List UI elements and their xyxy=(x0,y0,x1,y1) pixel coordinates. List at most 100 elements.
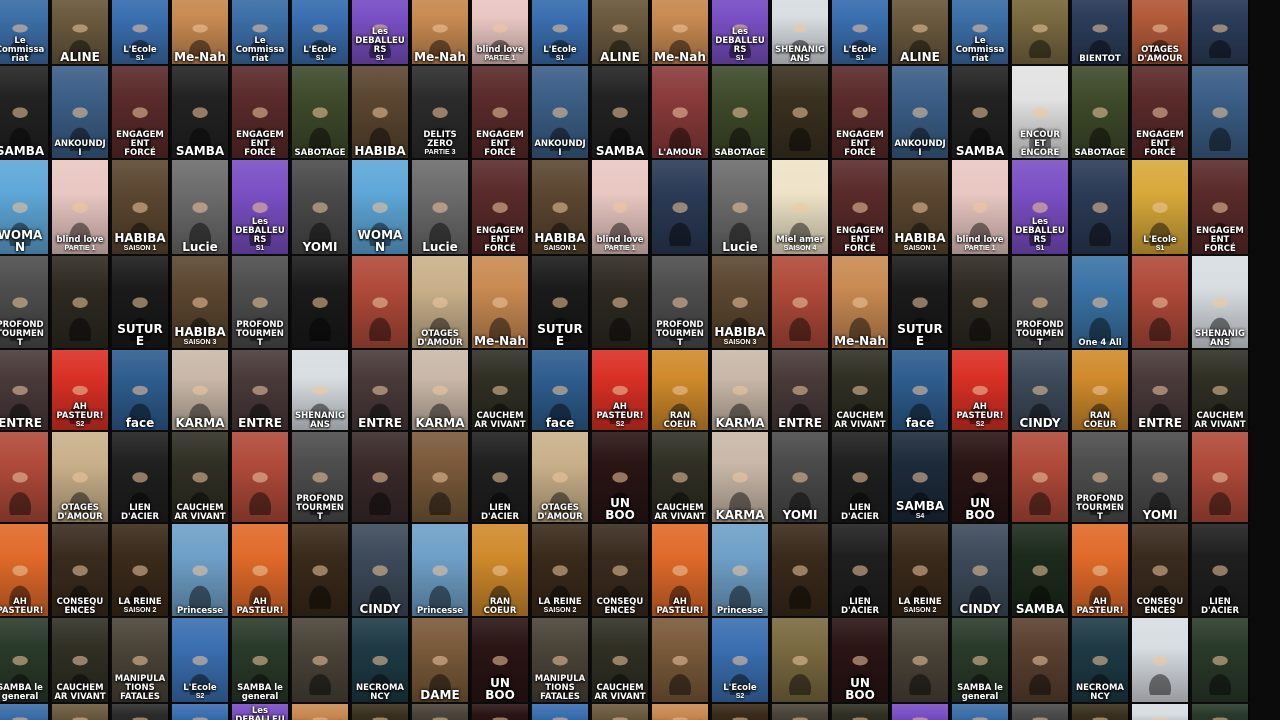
movie-poster[interactable]: HABIBA SAISON 3 xyxy=(172,256,230,348)
movie-poster[interactable]: NECROMANCY xyxy=(352,618,410,702)
movie-poster[interactable]: PROFOND TOURMENT xyxy=(232,256,290,348)
movie-poster[interactable] xyxy=(1192,66,1250,158)
movie-poster[interactable]: CAUCHEMAR VIVANT xyxy=(1192,350,1250,430)
movie-poster[interactable]: blind love PARTIE 1 xyxy=(592,160,650,254)
movie-poster[interactable] xyxy=(232,432,290,522)
movie-poster[interactable]: Les DEBALLEURS S1 xyxy=(232,160,290,254)
movie-poster[interactable] xyxy=(1192,0,1250,64)
movie-poster[interactable]: AH PASTEUR! xyxy=(652,524,710,616)
movie-poster[interactable]: Princesse xyxy=(712,524,770,616)
movie-poster[interactable]: Me-Nah xyxy=(172,0,230,64)
movie-poster[interactable]: ENTRE xyxy=(0,350,50,430)
movie-poster[interactable]: Les DEBALLEURS xyxy=(232,704,290,720)
movie-poster[interactable]: Lucie xyxy=(712,160,770,254)
movie-poster[interactable] xyxy=(292,524,350,616)
movie-poster[interactable]: SAMBA S4 xyxy=(892,432,950,522)
movie-poster[interactable]: ENCOUR ET ENCORE xyxy=(1012,66,1070,158)
movie-poster[interactable] xyxy=(0,704,50,720)
movie-poster[interactable]: Le Commissariat xyxy=(0,0,50,64)
movie-poster[interactable]: SABOTAGE xyxy=(1072,66,1130,158)
movie-poster[interactable]: Me-Nah xyxy=(832,256,890,348)
movie-poster[interactable] xyxy=(532,704,590,720)
movie-poster[interactable]: Princesse xyxy=(172,524,230,616)
movie-poster[interactable] xyxy=(712,704,770,720)
movie-poster[interactable]: KARMA xyxy=(712,432,770,522)
movie-poster[interactable]: KARMA xyxy=(712,350,770,430)
movie-poster[interactable]: MANIPULATIONS FATALES xyxy=(112,618,170,702)
movie-poster[interactable]: CAUCHEMAR VIVANT xyxy=(52,618,110,702)
movie-poster[interactable] xyxy=(352,432,410,522)
movie-poster[interactable]: Lucie xyxy=(172,160,230,254)
movie-poster[interactable]: UN BOO xyxy=(832,618,890,702)
movie-poster[interactable]: SAMBA xyxy=(1012,524,1070,616)
movie-poster[interactable]: AH PASTEUR! xyxy=(1072,524,1130,616)
movie-poster[interactable]: L'AMOUR xyxy=(652,66,710,158)
movie-poster[interactable] xyxy=(652,618,710,702)
movie-poster[interactable]: ENTRE xyxy=(1132,350,1190,430)
movie-poster[interactable]: KARMA xyxy=(172,350,230,430)
movie-poster[interactable] xyxy=(1012,432,1070,522)
movie-poster[interactable] xyxy=(112,704,170,720)
movie-poster[interactable] xyxy=(1012,704,1070,720)
movie-poster[interactable]: ENTRE xyxy=(232,350,290,430)
movie-poster[interactable]: L'Ecole S2 xyxy=(172,618,230,702)
movie-poster[interactable]: Me-Nah xyxy=(292,704,350,720)
movie-poster[interactable]: Le Commissariat xyxy=(232,0,290,64)
movie-poster[interactable]: ANKOUNDJI xyxy=(892,66,950,158)
movie-poster[interactable]: ENGAGEMENT FORCÉ xyxy=(1192,160,1250,254)
movie-poster[interactable]: RAN COEUR xyxy=(472,524,530,616)
movie-poster[interactable]: ENGAGEMENT FORCÉ xyxy=(832,66,890,158)
movie-poster[interactable]: LA REINE SAISON 2 xyxy=(112,524,170,616)
movie-poster[interactable] xyxy=(1132,704,1190,720)
movie-poster[interactable]: AH PASTEUR! S2 xyxy=(52,350,110,430)
movie-poster[interactable]: PROFOND TOURMENT xyxy=(0,256,50,348)
movie-poster[interactable]: OTAGES D'AMOUR xyxy=(532,432,590,522)
movie-poster[interactable]: CAUCHEMAR VIVANT xyxy=(592,618,650,702)
movie-poster[interactable]: AH PASTEUR! S2 xyxy=(952,350,1010,430)
movie-poster[interactable] xyxy=(1072,160,1130,254)
movie-poster[interactable]: SAMBA xyxy=(592,66,650,158)
movie-poster[interactable]: CINDY xyxy=(952,524,1010,616)
movie-poster[interactable]: PROFOND TOURMENT xyxy=(1012,256,1070,348)
movie-poster[interactable]: ENGAGEMENT FORCÉ xyxy=(832,160,890,254)
movie-poster[interactable]: BIENTOT xyxy=(1072,0,1130,64)
movie-poster[interactable]: ALINE xyxy=(892,0,950,64)
movie-poster[interactable]: SUTURE xyxy=(112,256,170,348)
movie-poster[interactable]: Me-Nah xyxy=(652,0,710,64)
movie-poster[interactable]: OTAGES D'AMOUR xyxy=(52,432,110,522)
movie-poster[interactable]: SAMBA xyxy=(172,66,230,158)
movie-poster[interactable] xyxy=(892,704,950,720)
movie-poster[interactable]: SAMBA le general xyxy=(952,618,1010,702)
movie-poster[interactable]: CAUCHEMAR VIVANT xyxy=(832,350,890,430)
movie-poster[interactable]: LIEN D'ACIER xyxy=(832,432,890,522)
movie-poster[interactable] xyxy=(1192,704,1250,720)
movie-poster[interactable] xyxy=(592,256,650,348)
movie-poster[interactable]: PROFOND TOURMENT xyxy=(1072,432,1130,522)
movie-poster[interactable]: DAME xyxy=(412,618,470,702)
movie-poster[interactable]: AH PASTEUR! xyxy=(0,524,50,616)
movie-poster[interactable] xyxy=(772,524,830,616)
movie-poster[interactable]: L'Ecole S1 xyxy=(112,0,170,64)
movie-poster[interactable]: ENGAGEMENT FORCÉ xyxy=(472,160,530,254)
movie-poster[interactable]: L'Ecole S2 xyxy=(712,618,770,702)
movie-poster[interactable]: SAMBA xyxy=(0,66,50,158)
movie-poster[interactable] xyxy=(772,704,830,720)
movie-poster[interactable]: ANKOUNDJI xyxy=(52,66,110,158)
movie-poster[interactable]: CONSEQUENCES xyxy=(592,524,650,616)
movie-poster[interactable]: HABIBA SAISON 1 xyxy=(892,160,950,254)
movie-poster[interactable]: Les DEBALLEURS S1 xyxy=(352,0,410,64)
movie-poster[interactable]: One 4 All xyxy=(1072,256,1130,348)
movie-poster[interactable]: CAUCHEMAR VIVANT xyxy=(172,432,230,522)
movie-poster[interactable]: Princesse xyxy=(412,524,470,616)
movie-poster[interactable]: LA REINE SAISON 2 xyxy=(892,524,950,616)
movie-poster[interactable] xyxy=(652,160,710,254)
movie-poster[interactable]: face xyxy=(532,350,590,430)
movie-poster[interactable] xyxy=(952,256,1010,348)
movie-poster[interactable]: PROFOND TOURMENT xyxy=(292,432,350,522)
movie-poster[interactable]: face xyxy=(112,350,170,430)
movie-poster[interactable]: RAN COEUR xyxy=(1072,350,1130,430)
movie-poster[interactable]: SHENANIGANS xyxy=(292,350,350,430)
movie-poster[interactable] xyxy=(1192,432,1250,522)
movie-poster[interactable]: CINDY xyxy=(1012,350,1070,430)
movie-poster[interactable] xyxy=(292,256,350,348)
